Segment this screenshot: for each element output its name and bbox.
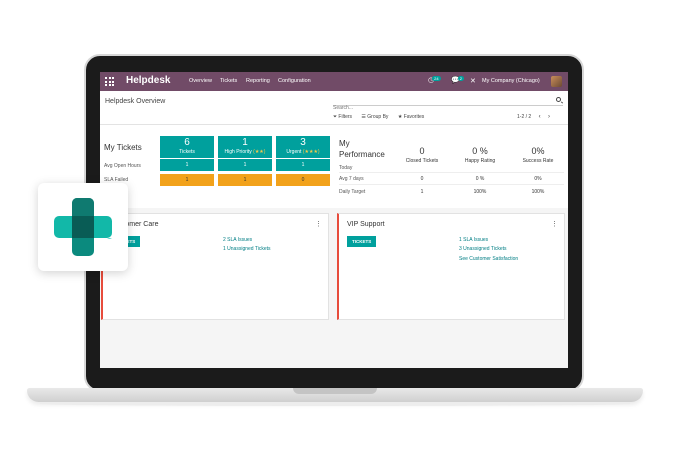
cell-tickets-avg-open[interactable]: 1 — [160, 159, 214, 171]
chevron-left-icon[interactable]: ‹ — [539, 114, 541, 120]
perf-closed-target: 1 — [420, 189, 424, 195]
tickets-button[interactable]: TICKETS — [347, 236, 377, 247]
app-name[interactable]: Helpdesk — [126, 75, 170, 86]
tile-high-priority[interactable]: 1 High Priority (★★) — [218, 136, 272, 158]
group-by-button[interactable]: ☰ Group By — [361, 114, 388, 120]
team-card-vip-support: VIP Support ⋮ TICKETS 1 SLA Issues 3 Una… — [337, 213, 565, 320]
laptop-notch — [293, 388, 377, 394]
filter-bar: ⏷ Filters ☰ Group By ★ Favorites — [333, 114, 432, 120]
pager: 1-2 / 2 ‹ › — [517, 114, 550, 120]
cell-high-priority-sla-failed[interactable]: 1 — [218, 174, 272, 186]
menu-configuration[interactable]: Configuration — [278, 78, 311, 84]
breadcrumb: Helpdesk Overview — [105, 98, 166, 105]
favorites-button[interactable]: ★ Favorites — [398, 114, 424, 120]
perf-happy-rating: 0 % Happy Rating — [464, 146, 496, 164]
sla-issues-link[interactable]: 2 SLA Issues — [223, 237, 252, 243]
team-name[interactable]: VIP Support — [347, 221, 385, 228]
customer-satisfaction-link[interactable]: See Customer Satisfaction — [459, 256, 518, 262]
star-icon: (★★★) — [302, 149, 320, 155]
top-navbar: Helpdesk Overview Tickets Reporting Conf… — [100, 72, 568, 91]
search-box — [333, 96, 563, 111]
tile-urgent[interactable]: 3 Urgent (★★★) — [276, 136, 330, 158]
search-icon[interactable] — [556, 97, 561, 102]
perf-success-rate: 0% Success Rate — [522, 146, 554, 164]
avatar[interactable] — [551, 76, 562, 87]
company-switcher[interactable]: My Company (Chicago) — [482, 78, 540, 84]
perf-success-target: 100% — [531, 189, 545, 195]
search-input[interactable] — [333, 105, 543, 111]
cell-urgent-avg-open[interactable]: 1 — [276, 159, 330, 171]
perf-row-avg7: Avg 7 days — [339, 176, 364, 182]
kebab-menu-icon[interactable]: ⋮ — [315, 220, 322, 228]
chevron-right-icon[interactable]: › — [548, 114, 550, 120]
helpdesk-app-icon-card — [38, 183, 128, 271]
activity-badge: 24 — [432, 76, 441, 81]
menu-overview[interactable]: Overview — [189, 78, 212, 84]
perf-closed-tickets: 0 Closed Tickets — [405, 146, 439, 164]
cell-high-priority-avg-open[interactable]: 1 — [218, 159, 272, 171]
star-icon: ★ — [397, 114, 403, 120]
my-tickets-title: My Tickets — [104, 143, 142, 152]
perf-happy-avg7: 0 % — [475, 176, 485, 182]
messages-badge: 2 — [457, 76, 464, 81]
perf-closed-avg7: 0 — [420, 176, 424, 182]
list-icon: ☰ — [361, 114, 366, 120]
filters-button[interactable]: ⏷ Filters — [333, 114, 352, 120]
pager-value[interactable]: 1-2 / 2 — [517, 114, 531, 120]
activity-button[interactable]: ◷24 — [428, 76, 441, 84]
close-icon[interactable]: ✕ — [470, 77, 476, 85]
perf-row-today: Today — [339, 165, 353, 171]
perf-happy-target: 100% — [473, 189, 487, 195]
perf-divider — [339, 184, 564, 185]
messages-button[interactable]: 💬2 — [451, 76, 464, 84]
my-performance-title: My Performance — [339, 139, 385, 159]
tile-tickets[interactable]: 6 Tickets — [160, 136, 214, 158]
perf-row-daily-target: Daily Target — [339, 189, 366, 195]
helpdesk-cross-logo-icon — [54, 198, 112, 256]
menu-tickets[interactable]: Tickets — [220, 78, 237, 84]
app-screen: Helpdesk Overview Tickets Reporting Conf… — [100, 72, 568, 368]
apps-grid-icon[interactable] — [105, 77, 114, 86]
star-icon: (★★) — [253, 149, 266, 155]
row-label-avg-open-hours: Avg Open Hours — [104, 163, 141, 169]
control-panel-divider — [100, 124, 568, 125]
sla-issues-link[interactable]: 1 SLA Issues — [459, 237, 488, 243]
perf-divider — [339, 172, 564, 173]
kebab-menu-icon[interactable]: ⋮ — [551, 220, 558, 228]
unassigned-tickets-link[interactable]: 3 Unassigned Tickets — [459, 246, 507, 252]
cell-urgent-sla-failed[interactable]: 0 — [276, 174, 330, 186]
cell-tickets-sla-failed[interactable]: 1 — [160, 174, 214, 186]
team-card-customer-care: Customer Care ⋮ TICKETS 2 SLA Issues 1 U… — [101, 213, 329, 320]
laptop-shadow — [40, 402, 630, 406]
unassigned-tickets-link[interactable]: 1 Unassigned Tickets — [223, 246, 271, 252]
menu-reporting[interactable]: Reporting — [246, 78, 270, 84]
perf-success-avg7: 0% — [534, 176, 542, 182]
filter-icon: ⏷ — [333, 114, 338, 120]
